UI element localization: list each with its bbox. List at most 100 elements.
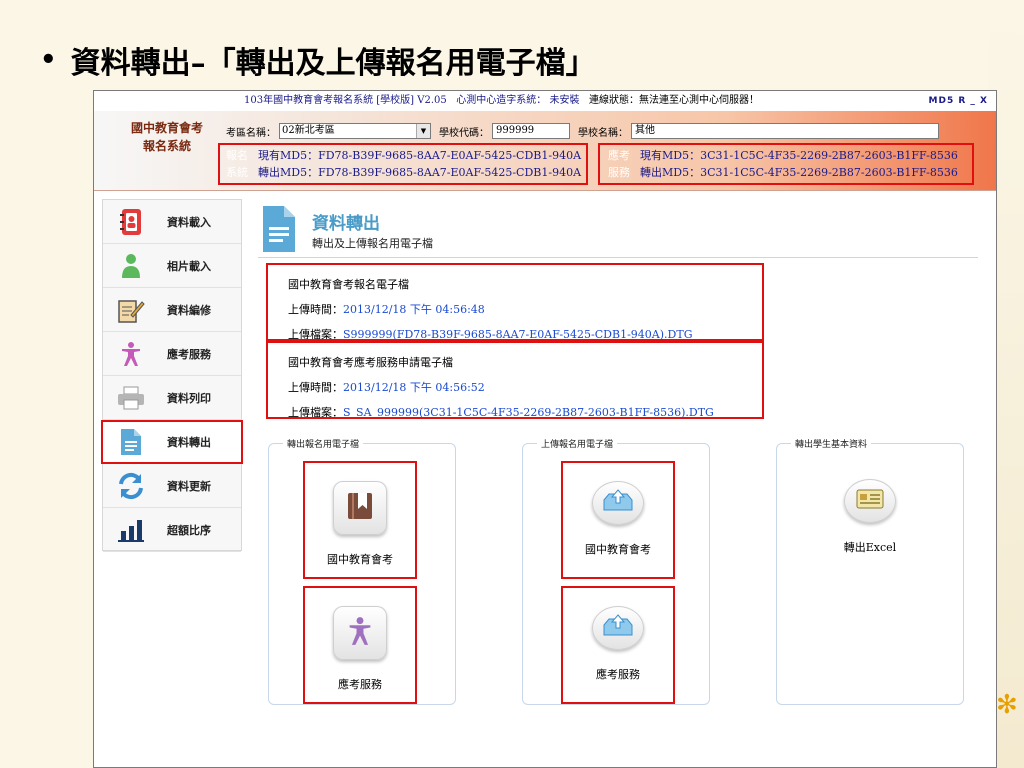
svc-md5-panel: 應考 現有MD5：3C31-1C5C-4F35-2269-2B87-2603-B1… <box>608 147 958 181</box>
group-upload: 上傳報名用電子檔 國中教育會考 應考服務 <box>522 437 710 705</box>
sidebar-item-label: 資料列印 <box>167 391 211 405</box>
sidebar-item-label: 應考服務 <box>167 347 211 361</box>
sidebar-item-ranking[interactable]: 超額比序 <box>103 508 241 552</box>
printer-icon <box>117 384 145 412</box>
document-icon <box>262 205 296 253</box>
logo-line2: 報名系統 <box>142 139 191 153</box>
upload-file-value: S_SA_999999(3C31-1C5C-4F35-2269-2B87-260… <box>343 406 714 419</box>
upload-exam-button[interactable]: 國中教育會考 <box>561 461 675 579</box>
export-exam-icon-button[interactable] <box>333 481 387 535</box>
upload-time-value: 2013/12/18 下午 04:56:52 <box>343 381 485 394</box>
export-service-icon-button[interactable] <box>333 606 387 660</box>
sidebar-item-label: 超額比序 <box>167 523 211 537</box>
reg-current-md5: 現有MD5：FD78-B39F-9685-8AA7-E0AF-5425-CDB1… <box>258 149 582 162</box>
export-service-button[interactable]: 應考服務 <box>303 586 417 704</box>
upload-tray-icon <box>601 488 635 518</box>
accessibility-icon <box>117 340 145 368</box>
tile-label: 應考服務 <box>596 668 640 681</box>
main-content: 資料轉出 轉出及上傳報名用電子檔 國中教育會考報名電子檔 上傳時間：2013/1… <box>246 199 990 765</box>
sidebar-item-data-load[interactable]: 資料載入 <box>103 200 241 244</box>
sidebar-item-label: 相片載入 <box>167 259 211 273</box>
district-label: 考區名稱： <box>226 127 276 139</box>
sidebar-item-print[interactable]: 資料列印 <box>103 376 241 420</box>
sidebar-item-photo-load[interactable]: 相片載入 <box>103 244 241 288</box>
upload-file-label: 上傳檔案： <box>288 406 343 419</box>
upload-file-label: 上傳檔案： <box>288 328 343 341</box>
sidebar-item-data-update[interactable]: 資料更新 <box>103 464 241 508</box>
refresh-icon <box>117 472 145 500</box>
group-label: 轉出學生基本資料 <box>791 437 872 450</box>
font-system-label: 心測中心造字系統： <box>456 95 547 106</box>
svc-current-md5: 現有MD5：3C31-1C5C-4F35-2269-2B87-2603-B1FF… <box>640 149 958 162</box>
export-excel-button[interactable]: 轉出Excel <box>813 461 927 579</box>
excel-card-icon <box>855 488 885 514</box>
export-excel-icon-button[interactable] <box>844 479 896 523</box>
app-window: 103年國中教育會考報名系統 [學校版] V2.05 心測中心造字系統： 未安裝… <box>93 90 997 768</box>
bullet-icon: • <box>40 45 57 75</box>
flower-icon: ✻ <box>996 690 1018 720</box>
upload-exam-icon-button[interactable] <box>592 481 644 525</box>
edit-document-icon <box>117 296 145 324</box>
window-controls[interactable]: MD5 R _ X <box>929 91 988 111</box>
school-name-label: 學校名稱： <box>578 127 628 139</box>
tile-label: 應考服務 <box>338 678 382 691</box>
svc-tag-1: 應考 <box>608 149 630 162</box>
group-label: 上傳報名用電子檔 <box>537 437 618 450</box>
reg-tag-2: 系統 <box>226 166 248 179</box>
tile-label: 國中教育會考 <box>585 543 651 556</box>
bar-chart-icon <box>117 516 145 544</box>
district-value: 02新北考區 <box>282 125 335 136</box>
app-logo: 國中教育會考 報名系統 <box>112 119 222 155</box>
record-name: 國中教育會考報名電子檔 <box>288 278 409 291</box>
chevron-down-icon[interactable]: ▼ <box>416 124 430 138</box>
accessibility-icon <box>347 616 373 650</box>
upload-service-button[interactable]: 應考服務 <box>561 586 675 704</box>
sidebar-item-exam-service[interactable]: 應考服務 <box>103 332 241 376</box>
window-titlebar: 103年國中教育會考報名系統 [學校版] V2.05 心測中心造字系統： 未安裝… <box>94 91 996 111</box>
font-system-status: 未安裝 <box>549 95 580 106</box>
address-book-icon <box>117 208 145 236</box>
upload-time-label: 上傳時間： <box>288 303 343 316</box>
person-icon <box>117 252 145 280</box>
window-title: 103年國中教育會考報名系統 [學校版] V2.05 <box>244 95 447 106</box>
upload-file-value: S999999(FD78-B39F-9685-8AA7-E0AF-5425-CD… <box>343 328 693 341</box>
app-header: 國中教育會考 報名系統 考區名稱： 02新北考區 ▼ 學校代碼： 999999 … <box>94 111 996 191</box>
divider <box>258 257 978 258</box>
connection-status: 連線狀態：無法連至心測中心伺服器！ <box>589 95 760 106</box>
school-code-label: 學校代碼： <box>439 127 489 139</box>
group-export: 轉出報名用電子檔 國中教育會考 應考服務 <box>268 437 456 705</box>
sidebar-item-data-export[interactable]: 資料轉出 <box>101 420 243 464</box>
bookmark-book-icon <box>345 491 375 525</box>
upload-tray-icon <box>601 613 635 643</box>
tile-label: 轉出Excel <box>843 541 897 554</box>
upload-time-value: 2013/12/18 下午 04:56:48 <box>343 303 485 316</box>
reg-tag-1: 報名 <box>226 149 248 162</box>
svc-tag-2: 服務 <box>608 166 630 179</box>
slide-title: • 資料轉出–「轉出及上傳報名用電子檔」 <box>40 38 596 82</box>
sidebar-item-label: 資料轉出 <box>167 436 211 449</box>
record-name: 國中教育會考應考服務申請電子檔 <box>288 356 453 369</box>
document-icon <box>117 428 145 456</box>
reg-export-md5: 轉出MD5：FD78-B39F-9685-8AA7-E0AF-5425-CDB1… <box>258 166 582 179</box>
svc-export-md5: 轉出MD5：3C31-1C5C-4F35-2269-2B87-2603-B1FF… <box>640 166 958 179</box>
group-label: 轉出報名用電子檔 <box>283 437 364 450</box>
upload-record-exam-service: 國中教育會考應考服務申請電子檔 上傳時間：2013/12/18 下午 04:56… <box>266 341 764 419</box>
sidebar-item-data-edit[interactable]: 資料編修 <box>103 288 241 332</box>
group-student-data: 轉出學生基本資料 轉出Excel <box>776 437 964 705</box>
sidebar-nav: 資料載入 相片載入 資料編修 應考服務 資料列印 資料轉出 資料更新 超額比序 <box>101 199 243 552</box>
sidebar-item-label: 資料載入 <box>167 215 211 229</box>
district-select[interactable]: 02新北考區 ▼ <box>279 123 431 139</box>
slide-title-text: 資料轉出–「轉出及上傳報名用電子檔」 <box>70 46 596 81</box>
upload-service-icon-button[interactable] <box>592 606 644 650</box>
upload-time-label: 上傳時間： <box>288 381 343 394</box>
school-code-input[interactable]: 999999 <box>492 123 570 139</box>
header-fields: 考區名稱： 02新北考區 ▼ 學校代碼： 999999 學校名稱： 其他 <box>226 123 947 139</box>
sidebar-item-label: 資料編修 <box>167 303 211 317</box>
export-exam-button[interactable]: 國中教育會考 <box>303 461 417 579</box>
logo-line1: 國中教育會考 <box>130 121 203 135</box>
reg-md5-panel: 報名 現有MD5：FD78-B39F-9685-8AA7-E0AF-5425-CD… <box>226 147 581 181</box>
school-name-input[interactable]: 其他 <box>631 123 939 139</box>
tile-label: 國中教育會考 <box>327 553 393 566</box>
sidebar-item-label: 資料更新 <box>167 479 211 493</box>
page-subtitle: 轉出及上傳報名用電子檔 <box>312 237 433 250</box>
